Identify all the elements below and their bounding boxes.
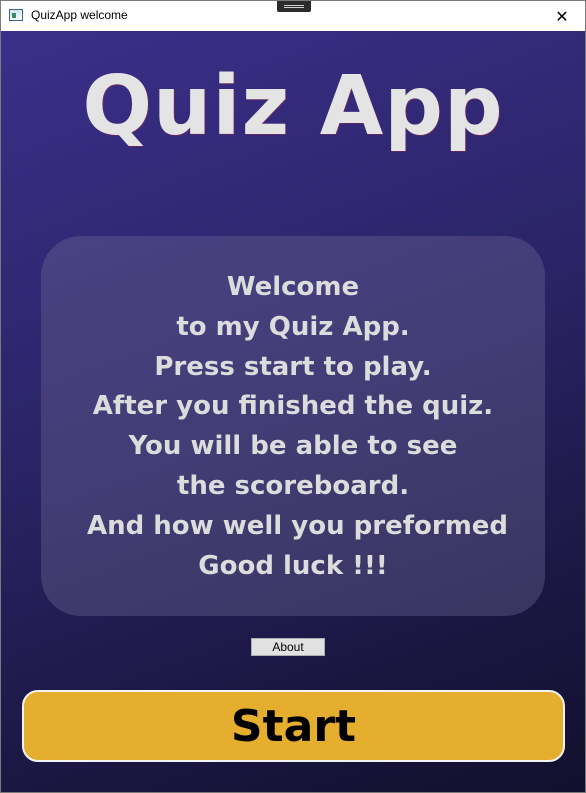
welcome-line: Welcome <box>226 272 360 302</box>
close-icon[interactable]: ✕ <box>539 1 585 31</box>
welcome-line: to my Quiz App. <box>176 311 410 342</box>
drag-handle-icon[interactable] <box>277 1 311 12</box>
app-window-icon <box>9 9 23 21</box>
main-content: Quiz App Welcome to my Quiz App. Press s… <box>1 31 585 792</box>
welcome-message: Welcome to my Quiz App. Press start to p… <box>41 268 545 586</box>
app-title: Quiz App <box>82 59 504 154</box>
welcome-line: Good luck !!! <box>198 550 388 581</box>
welcome-line: After you finished the quiz. <box>92 391 494 422</box>
welcome-line: You will be able to see <box>128 431 458 462</box>
start-button[interactable]: Start <box>22 690 565 762</box>
welcome-line: And how well you preformed <box>77 510 509 541</box>
title-bar[interactable]: QuizApp welcome ✕ <box>1 1 585 31</box>
app-window: QuizApp welcome ✕ Quiz App Welcome to my… <box>0 0 586 793</box>
about-button[interactable]: About <box>251 638 325 656</box>
welcome-line: the scoreboard. <box>176 470 410 501</box>
window-title: QuizApp welcome <box>31 8 128 22</box>
welcome-line: Press start to play. <box>154 351 432 382</box>
